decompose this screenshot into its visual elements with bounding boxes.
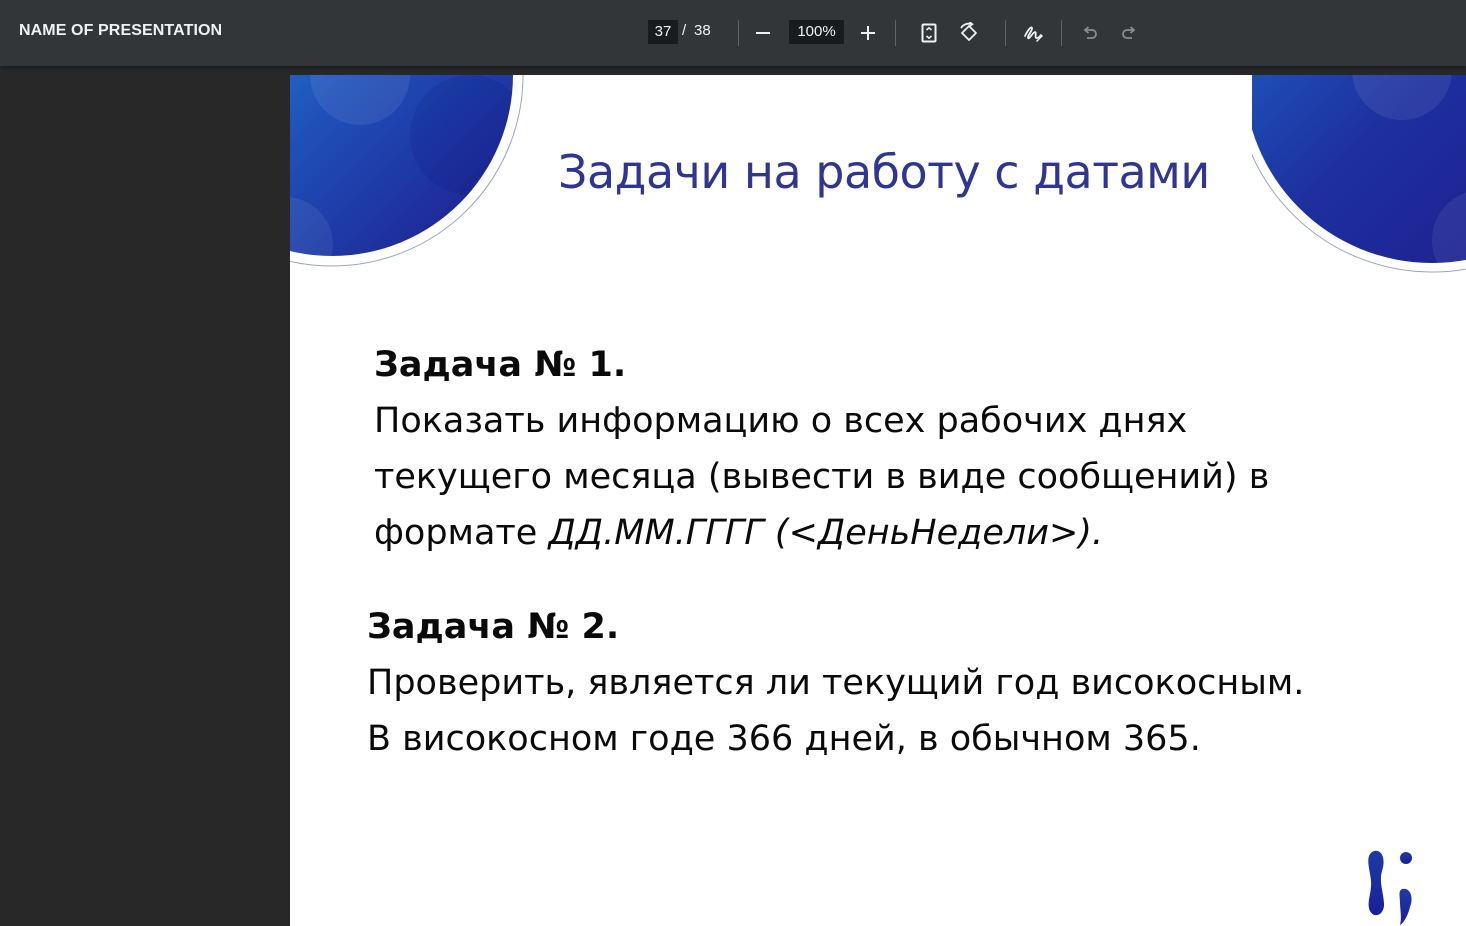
undo-button[interactable]	[1075, 18, 1105, 48]
pdf-toolbar: NAME OF PRESENTATION 37 / 38 100%	[0, 0, 1466, 66]
task-1-line: формате ДД.ММ.ГГГГ (<ДеньНедели>).	[374, 505, 1269, 561]
task-1-block: Задача № 1. Показать информацию о всех р…	[374, 337, 1269, 561]
document-title: NAME OF PRESENTATION	[19, 22, 223, 39]
toolbar-divider	[895, 20, 896, 46]
redo-button[interactable]	[1114, 18, 1144, 48]
fit-page-icon	[921, 23, 937, 43]
zoom-out-button[interactable]	[748, 18, 778, 48]
corner-decoration-left	[290, 75, 524, 267]
task-2-heading: Задача № 2.	[367, 607, 620, 647]
task-1-format-pattern: ДД.ММ.ГГГГ (<ДеньНедели>).	[548, 513, 1104, 553]
page-number-input[interactable]: 37	[648, 20, 678, 44]
draw-icon	[1024, 26, 1043, 42]
page-separator: /	[682, 22, 687, 39]
slide-title: Задачи на работу с датами	[558, 145, 1210, 199]
draw-button[interactable]	[1018, 18, 1048, 48]
task-2-line: Проверить, является ли текущий год висок…	[367, 663, 1305, 703]
plus-icon	[861, 26, 875, 40]
toolbar-divider	[738, 20, 739, 46]
page-total: 38	[694, 22, 711, 39]
corner-decoration-right	[1252, 75, 1466, 273]
task-1-heading: Задача № 1.	[374, 345, 627, 385]
task-1-line: Показать информацию о всех рабочих днях	[374, 401, 1188, 441]
brand-logo-icon	[1368, 850, 1412, 925]
toolbar-divider	[1005, 20, 1006, 46]
redo-icon	[1122, 26, 1136, 39]
task-2-block: Задача № 2. Проверить, является ли текущ…	[367, 599, 1304, 767]
undo-icon	[1083, 26, 1097, 39]
task-1-format-label: формате	[374, 513, 549, 553]
zoom-in-button[interactable]	[853, 18, 883, 48]
task-2-line: В високосном годе 366 дней, в обычном 36…	[367, 719, 1201, 759]
fit-page-button[interactable]	[914, 18, 944, 48]
rotate-icon	[960, 22, 977, 41]
toolbar-divider	[1061, 20, 1062, 46]
slide-page: Задачи на работу с датами Задача № 1. По…	[290, 75, 1466, 926]
rotate-button[interactable]	[954, 18, 984, 48]
zoom-level-input[interactable]: 100%	[789, 20, 844, 44]
task-1-line: текущего месяца (вывести в виде сообщени…	[374, 457, 1270, 497]
minus-icon	[756, 32, 770, 34]
